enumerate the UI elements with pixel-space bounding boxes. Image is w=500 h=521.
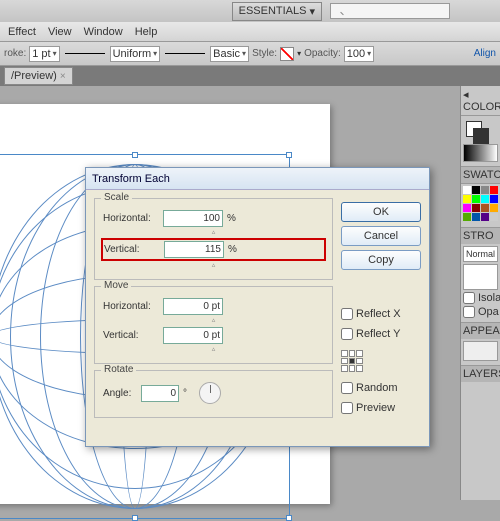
preview-checkbox[interactable]: Preview <box>341 402 421 414</box>
tab-label: /Preview) <box>11 70 57 82</box>
layers-panel-tab[interactable]: LAYERS <box>461 365 500 382</box>
style-label: Style: <box>252 48 277 59</box>
scale-v-field[interactable] <box>164 241 224 258</box>
stroke-preview-icon <box>65 53 105 54</box>
ok-button[interactable]: OK <box>341 202 421 222</box>
dialog-title: Transform Each <box>86 168 429 190</box>
opacity-value: 100 <box>347 48 365 60</box>
blend-mode-combo[interactable]: Normal <box>463 246 498 262</box>
move-h-label: Horizontal: <box>103 301 159 312</box>
align-link[interactable]: Align <box>474 48 496 59</box>
color-panel-tab[interactable]: ◂ COLOR <box>461 86 500 116</box>
move-v-field[interactable] <box>163 327 223 344</box>
search-wrap <box>330 3 450 19</box>
stroke-weight-combo[interactable]: 1 pt <box>29 46 59 62</box>
cancel-button[interactable]: Cancel <box>341 226 421 246</box>
stroke-weight-value: 1 pt <box>32 48 50 60</box>
menu-bar: Effect View Window Help <box>0 22 500 42</box>
document-tabs: /Preview) × <box>0 66 500 86</box>
workspace-switcher[interactable]: ESSENTIALS ▾ <box>232 2 322 21</box>
stroke-panel-tab[interactable]: STRO <box>461 227 500 244</box>
menu-window[interactable]: Window <box>84 26 123 38</box>
scale-v-row-highlight: Vertical: % <box>101 238 326 261</box>
transform-each-dialog: Transform Each Scale Horizontal: % ▵ Ver… <box>85 167 430 447</box>
slider-tick-icon: ▵ <box>103 316 324 324</box>
degree-label: ° <box>183 388 195 399</box>
swatch-grid[interactable] <box>461 184 500 223</box>
color-ramp[interactable] <box>463 144 498 162</box>
style-swatch[interactable] <box>280 47 294 61</box>
scale-v-label: Vertical: <box>104 244 160 255</box>
slider-tick-icon: ▵ <box>103 228 324 236</box>
appearance-panel-tab[interactable]: APPEAR <box>461 322 500 339</box>
reflect-y-checkbox[interactable]: Reflect Y <box>341 328 421 340</box>
move-legend: Move <box>101 280 131 291</box>
close-icon[interactable]: × <box>60 71 66 82</box>
chevron-down-icon[interactable]: ▾ <box>297 49 301 58</box>
search-input[interactable] <box>330 3 450 19</box>
panels-dock: ◂ COLOR SWATC STRO Normal Isola Opa APPE… <box>460 86 500 500</box>
resize-handle[interactable] <box>132 515 138 521</box>
swatches-panel-tab[interactable]: SWATC <box>461 166 500 184</box>
random-checkbox[interactable]: Random <box>341 382 421 394</box>
control-bar: roke: 1 pt Uniform Basic Style: ▾ Opacit… <box>0 42 500 66</box>
isolate-checkbox[interactable]: Isola <box>461 292 500 304</box>
scale-h-label: Horizontal: <box>103 213 159 224</box>
angle-label: Angle: <box>103 388 137 399</box>
move-v-label: Vertical: <box>103 330 159 341</box>
brush-combo[interactable]: Basic <box>210 46 249 62</box>
brush-preview-icon <box>165 53 205 54</box>
resize-handle[interactable] <box>132 152 138 158</box>
scale-group: Scale Horizontal: % ▵ Vertical: % ▵ <box>94 198 333 280</box>
reference-point-picker[interactable] <box>341 350 363 372</box>
opacity-row[interactable]: Opa <box>461 306 500 318</box>
appearance-thumb <box>463 341 498 361</box>
resize-handle[interactable] <box>286 152 292 158</box>
rotate-group: Rotate Angle: ° <box>94 370 333 418</box>
workspace-label: ESSENTIALS <box>239 5 307 17</box>
percent-label: % <box>228 244 240 255</box>
copy-button[interactable]: Copy <box>341 250 421 270</box>
opacity-combo[interactable]: 100 <box>344 46 374 62</box>
reflect-x-checkbox[interactable]: Reflect X <box>341 308 421 320</box>
menu-view[interactable]: View <box>48 26 72 38</box>
brush-value: Basic <box>213 48 240 60</box>
scale-h-field[interactable] <box>163 210 223 227</box>
menu-help[interactable]: Help <box>135 26 158 38</box>
app-bar: ESSENTIALS ▾ <box>0 0 500 22</box>
scale-legend: Scale <box>101 192 132 203</box>
chevron-down-icon: ▾ <box>309 5 315 18</box>
stroke-profile-value: Uniform <box>113 48 152 60</box>
resize-handle[interactable] <box>286 515 292 521</box>
opacity-label: Opacity: <box>304 48 341 59</box>
move-group: Move Horizontal: ▵ Vertical: ▵ <box>94 286 333 364</box>
slider-tick-icon: ▵ <box>103 261 324 269</box>
rotate-legend: Rotate <box>101 364 136 375</box>
stroke-profile-combo[interactable]: Uniform <box>110 46 161 62</box>
angle-dial[interactable] <box>199 382 221 404</box>
fill-stroke-proxy[interactable] <box>461 116 500 142</box>
document-tab[interactable]: /Preview) × <box>4 67 73 85</box>
percent-label: % <box>227 213 239 224</box>
angle-field[interactable] <box>141 385 179 402</box>
menu-effect[interactable]: Effect <box>8 26 36 38</box>
slider-tick-icon: ▵ <box>103 345 324 353</box>
stroke-label: roke: <box>4 48 26 59</box>
move-h-field[interactable] <box>163 298 223 315</box>
brush-preview <box>463 264 498 290</box>
